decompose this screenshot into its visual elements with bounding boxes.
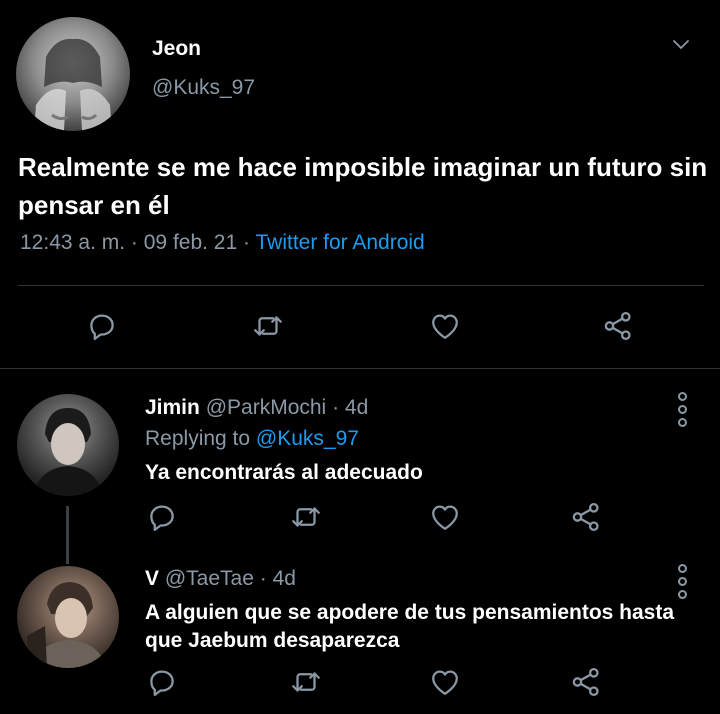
chevron-down-icon (673, 40, 689, 49)
author-handle[interactable]: @Kuks_97 (152, 76, 255, 100)
retweet-button[interactable] (286, 662, 326, 702)
meta-separator: · (130, 231, 138, 254)
reply-author-name[interactable]: Jimin (145, 396, 200, 419)
avatar-photo (27, 582, 107, 668)
reply-author-name[interactable]: V (145, 567, 159, 590)
share-button[interactable] (598, 306, 638, 346)
retweet-icon (289, 500, 323, 534)
divider (0, 368, 720, 369)
heart-icon (428, 665, 462, 699)
tweet-meta: 12:43 a. m. · 09 feb. 21 · Twitter for A… (20, 231, 425, 255)
reply-avatar[interactable] (17, 394, 119, 496)
share-button[interactable] (566, 662, 606, 702)
reply-more-button[interactable] (678, 392, 687, 427)
reply-more-button[interactable] (678, 564, 687, 599)
heart-icon (428, 500, 462, 534)
divider (18, 285, 704, 286)
retweet-button[interactable] (248, 306, 288, 346)
share-icon (601, 309, 635, 343)
share-button[interactable] (566, 497, 606, 537)
reply-button[interactable] (82, 306, 122, 346)
thread-line (66, 506, 69, 564)
share-icon (569, 665, 603, 699)
like-button[interactable] (425, 306, 465, 346)
reply-author-handle[interactable]: @TaeTae (165, 567, 254, 590)
like-button[interactable] (425, 497, 465, 537)
replying-to-handle[interactable]: @Kuks_97 (256, 427, 359, 450)
tweet-date: 09 feb. 21 (143, 231, 238, 254)
retweet-button[interactable] (286, 497, 326, 537)
share-icon (569, 500, 603, 534)
reply-button[interactable] (142, 497, 182, 537)
reply-icon (85, 309, 119, 343)
reply-icon (145, 500, 179, 534)
reply-age: · 4d (259, 567, 296, 590)
avatar-photo (34, 38, 112, 131)
reply-header: V @TaeTae · 4d (145, 567, 296, 591)
avatar-photo (33, 408, 103, 496)
retweet-icon (289, 665, 323, 699)
tweet-text: Realmente se me hace imposible imaginar … (18, 152, 708, 220)
author-avatar[interactable] (16, 17, 130, 131)
reply-avatar[interactable] (17, 566, 119, 668)
reply-button[interactable] (142, 662, 182, 702)
tweet-source-link[interactable]: Twitter for Android (255, 231, 424, 254)
replying-to-label: Replying to (145, 427, 251, 450)
reply-text: A alguien que se apodere de tus pensamie… (145, 601, 675, 652)
reply-age: · 4d (332, 396, 369, 419)
heart-icon (428, 309, 462, 343)
reply-author-handle[interactable]: @ParkMochi (206, 396, 327, 419)
reply-header: Jimin @ParkMochi · 4d (145, 396, 368, 420)
tweet-menu-button[interactable] (668, 34, 694, 56)
reply-icon (145, 665, 179, 699)
author-name[interactable]: Jeon (152, 37, 201, 61)
meta-separator: · (243, 231, 251, 254)
tweet-time: 12:43 a. m. (20, 231, 126, 254)
reply-text: Ya encontrarás al adecuado (145, 461, 423, 484)
replying-to: Replying to @Kuks_97 (145, 427, 359, 451)
like-button[interactable] (425, 662, 465, 702)
retweet-icon (251, 309, 285, 343)
